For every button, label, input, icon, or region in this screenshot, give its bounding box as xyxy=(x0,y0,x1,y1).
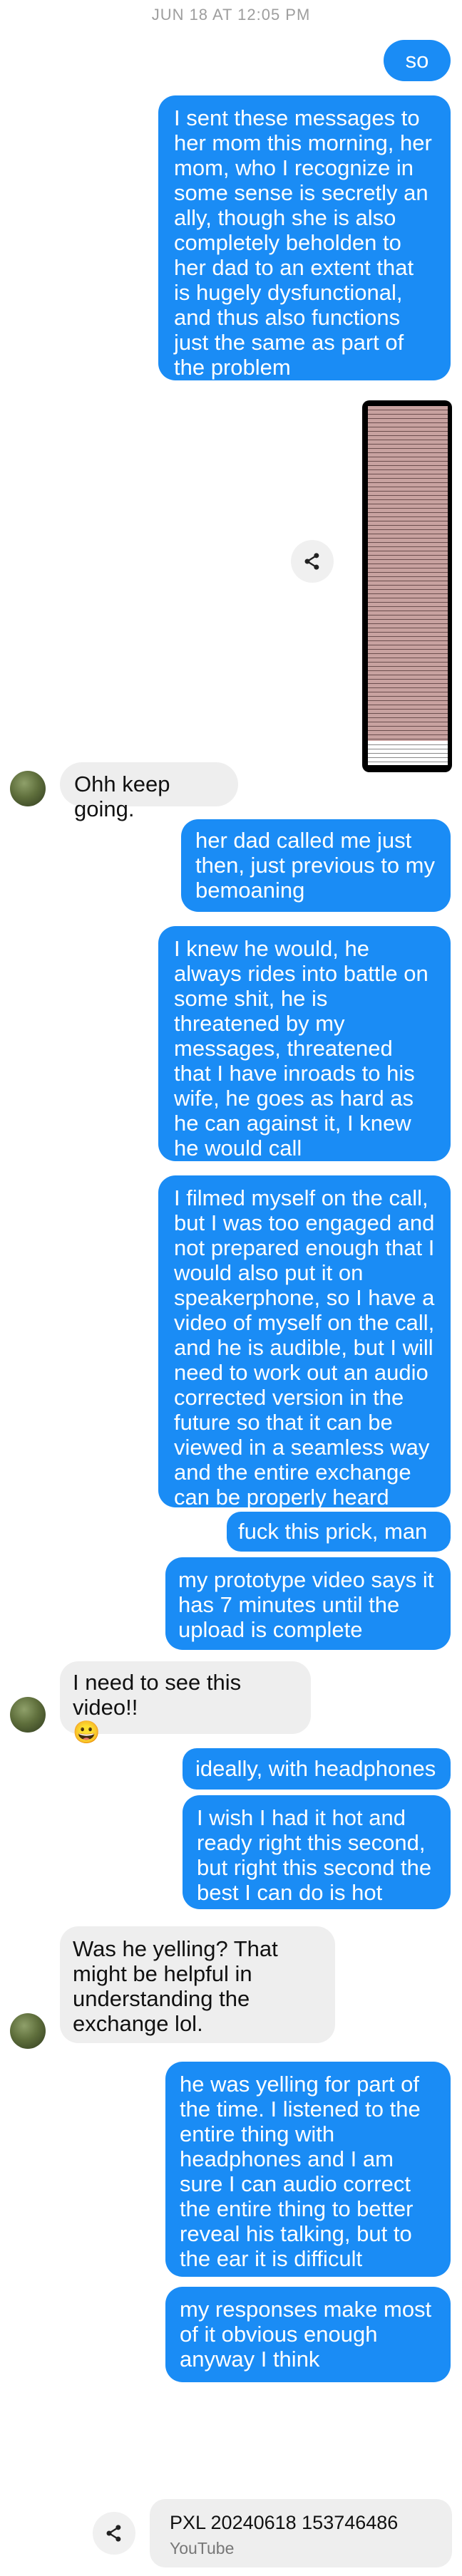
message-bubble-outgoing[interactable]: so xyxy=(384,40,451,81)
message-bubble-outgoing[interactable]: I knew he would, he always rides into ba… xyxy=(158,926,451,1161)
message-text: I need to see this video!! xyxy=(73,1670,242,1720)
message-bubble-incoming[interactable]: Ohh keep going. xyxy=(60,762,238,821)
message-bubble-outgoing[interactable]: fuck this prick, man xyxy=(227,1512,451,1552)
share-button[interactable] xyxy=(93,2512,135,2555)
message-bubble-outgoing[interactable]: I sent these messages to her mom this mo… xyxy=(158,95,451,380)
share-icon xyxy=(106,2525,121,2542)
avatar[interactable] xyxy=(10,1697,46,1733)
timestamp: JUN 18 AT 12:05 PM xyxy=(151,6,311,24)
screenshot-attachment[interactable] xyxy=(362,400,452,772)
share-button[interactable] xyxy=(291,540,334,583)
message-bubble-outgoing[interactable]: ideally, with headphones xyxy=(183,1748,451,1790)
message-bubble-outgoing[interactable]: I filmed myself on the call, but I was t… xyxy=(158,1175,451,1510)
screenshot-image xyxy=(368,406,448,765)
avatar[interactable] xyxy=(10,2013,46,2049)
smiley-emoji-icon: 😀 xyxy=(73,1720,101,1745)
share-icon xyxy=(304,553,319,570)
link-source: YouTube xyxy=(170,2539,235,2557)
message-bubble-outgoing[interactable]: my responses make most of it obvious eno… xyxy=(165,2287,451,2382)
avatar[interactable] xyxy=(10,771,46,806)
message-bubble-outgoing[interactable]: he was yelling for part of the time. I l… xyxy=(165,2062,451,2277)
link-title: PXL 20240618 153746486 xyxy=(170,2512,399,2533)
message-bubble-incoming[interactable]: Was he yelling? That might be helpful in… xyxy=(60,1926,335,2043)
link-preview-card[interactable]: PXL 20240618 153746486 YouTube xyxy=(150,2499,452,2567)
message-bubble-incoming[interactable]: I need to see this video!! 😀 xyxy=(60,1661,311,1745)
message-bubble-outgoing[interactable]: I wish I had it hot and ready right this… xyxy=(183,1795,451,1909)
message-bubble-outgoing[interactable]: her dad called me just then, just previo… xyxy=(181,819,451,912)
message-bubble-outgoing[interactable]: my prototype video says it has 7 minutes… xyxy=(165,1557,451,1650)
